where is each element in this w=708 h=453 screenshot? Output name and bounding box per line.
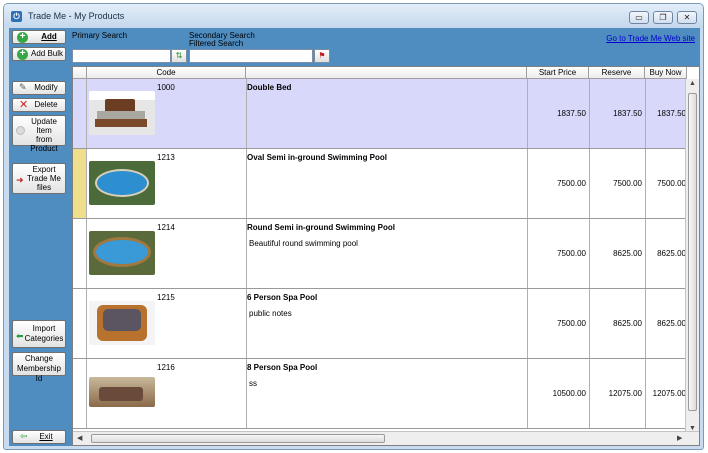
- start-price: 10500.00: [552, 389, 586, 398]
- col-title[interactable]: [246, 67, 527, 79]
- sort-az-icon: ⇅: [175, 51, 183, 60]
- add-bulk-icon: +: [17, 49, 28, 60]
- buy-now-price: 8625.00: [657, 249, 686, 258]
- vertical-scroll-thumb[interactable]: [688, 93, 697, 411]
- product-image-8-person-spa: [89, 377, 155, 407]
- reserve-price: 7500.00: [613, 179, 642, 188]
- product-title: 8 Person Spa Pool: [247, 363, 318, 372]
- buy-now-price: 1837.50: [657, 109, 686, 118]
- table-row[interactable]: 1215 6 Person Spa Pool public notes 7500…: [73, 289, 686, 359]
- scroll-up-icon[interactable]: ▲: [689, 80, 696, 87]
- product-notes: Beautiful round swimming pool: [249, 239, 358, 248]
- col-buy-now[interactable]: Buy Now: [645, 67, 687, 79]
- product-title: Double Bed: [247, 83, 292, 92]
- reserve-price: 8625.00: [613, 319, 642, 328]
- buy-now-price: 8625.00: [657, 319, 686, 328]
- product-image-bed: [89, 91, 155, 135]
- minimize-icon: ▭: [635, 13, 643, 22]
- product-code: 1216: [157, 363, 175, 372]
- product-image-round-pool: [89, 231, 155, 275]
- title-bar: ⏻ Trade Me - My Products ▭ ❐ ✕: [4, 4, 703, 28]
- power-icon: ⏻: [11, 11, 22, 22]
- products-grid: Code Start Price Reserve Buy Now 1000 Do…: [72, 66, 700, 446]
- change-membership-button[interactable]: Change Membership Id: [12, 352, 66, 383]
- row-selector[interactable]: [73, 359, 87, 428]
- close-icon: ✕: [683, 13, 691, 22]
- row-selector[interactable]: [73, 289, 87, 358]
- col-start-price[interactable]: Start Price: [527, 67, 589, 79]
- sort-az-button[interactable]: ⇅: [171, 49, 187, 63]
- col-code[interactable]: Code: [87, 67, 246, 79]
- add-bulk-button[interactable]: + Add Bulk: [12, 47, 66, 61]
- horizontal-scroll-thumb[interactable]: [91, 434, 385, 443]
- product-title: Round Semi in-ground Swimming Pool: [247, 223, 395, 232]
- restore-button[interactable]: ❐: [653, 11, 673, 24]
- buy-now-price: 7500.00: [657, 179, 686, 188]
- reserve-price: 8625.00: [613, 249, 642, 258]
- export-arrow-icon: ➜: [16, 175, 24, 185]
- product-code: 1214: [157, 223, 175, 232]
- exit-button[interactable]: ⇦ Exit: [12, 430, 66, 444]
- import-categories-button[interactable]: ⬅ Import Categories: [12, 320, 66, 348]
- product-image-oval-pool: [89, 161, 155, 205]
- horizontal-scrollbar[interactable]: ◀ ▶: [73, 431, 699, 445]
- main-area: + Add + Add Bulk ✎ Modify ✕ Delete Updat…: [9, 28, 700, 446]
- primary-search-input[interactable]: [72, 49, 171, 63]
- table-row[interactable]: 1214 Round Semi in-ground Swimming Pool …: [73, 219, 686, 289]
- product-title: 6 Person Spa Pool: [247, 293, 318, 302]
- exit-door-icon: ⇦: [20, 431, 28, 441]
- pencil-icon: ✎: [19, 82, 27, 92]
- product-image-6-person-spa: [89, 301, 155, 345]
- filter-clear-button[interactable]: ⚑: [314, 49, 330, 63]
- scroll-right-icon[interactable]: ▶: [677, 434, 682, 442]
- row-selector[interactable]: [73, 149, 87, 218]
- scroll-left-icon[interactable]: ◀: [77, 434, 82, 442]
- table-row[interactable]: 1216 8 Person Spa Pool ss 10500.00 12075…: [73, 359, 686, 429]
- product-code: 1213: [157, 153, 175, 162]
- table-row[interactable]: 1000 Double Bed 1837.50 1837.50 1837.50: [73, 79, 686, 149]
- start-price: 1837.50: [557, 109, 586, 118]
- row-selector[interactable]: [73, 219, 87, 288]
- vertical-scrollbar[interactable]: ▲ ▼: [685, 79, 699, 433]
- trademe-website-link[interactable]: Go to Trade Me Web site: [606, 34, 695, 43]
- modify-button[interactable]: ✎ Modify: [12, 81, 66, 95]
- filter-icon: ⚑: [318, 51, 326, 60]
- close-button[interactable]: ✕: [677, 11, 697, 24]
- add-button[interactable]: + Add: [12, 30, 66, 44]
- export-button[interactable]: ➜ Export Trade Me files: [12, 163, 66, 194]
- reserve-price: 12075.00: [608, 389, 642, 398]
- minimize-button[interactable]: ▭: [629, 11, 649, 24]
- filtered-search-label: Filtered Search: [189, 39, 244, 48]
- window-title: Trade Me - My Products: [28, 11, 125, 21]
- table-row[interactable]: 1213 Oval Semi in-ground Swimming Pool 7…: [73, 149, 686, 219]
- refresh-icon: [16, 126, 25, 135]
- product-notes: ss: [249, 379, 257, 388]
- app-window: ⏻ Trade Me - My Products ▭ ❐ ✕ + Add + A…: [3, 3, 704, 450]
- product-title: Oval Semi in-ground Swimming Pool: [247, 153, 388, 162]
- product-notes: public notes: [249, 309, 292, 318]
- col-reserve[interactable]: Reserve: [589, 67, 645, 79]
- import-arrow-icon: ⬅: [16, 331, 24, 341]
- delete-button[interactable]: ✕ Delete: [12, 98, 66, 112]
- start-price: 7500.00: [557, 319, 586, 328]
- restore-icon: ❐: [659, 13, 667, 22]
- primary-search-label: Primary Search: [72, 31, 128, 40]
- buy-now-price: 12075.00: [652, 389, 686, 398]
- row-selector-header: [73, 67, 87, 79]
- update-item-button[interactable]: Update Item from Product: [12, 115, 66, 153]
- delete-x-icon: ✕: [19, 99, 29, 111]
- reserve-price: 1837.50: [613, 109, 642, 118]
- add-icon: +: [17, 32, 28, 43]
- product-code: 1215: [157, 293, 175, 302]
- product-code: 1000: [157, 83, 175, 92]
- start-price: 7500.00: [557, 249, 586, 258]
- start-price: 7500.00: [557, 179, 586, 188]
- secondary-search-input[interactable]: [189, 49, 313, 63]
- row-selector[interactable]: [73, 79, 87, 148]
